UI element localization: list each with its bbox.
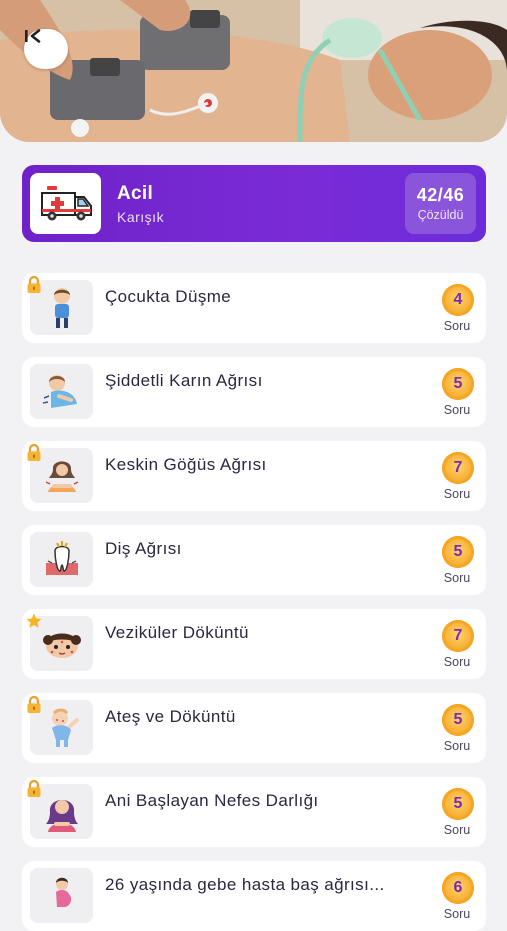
- question-count-badge: 7: [442, 452, 474, 484]
- question-count-label: Soru: [443, 403, 471, 417]
- back-arrow-icon: [25, 29, 41, 43]
- question-count-badge: 5: [442, 704, 474, 736]
- lesson-thumbnail: [30, 364, 93, 419]
- lesson-title: 26 yaşında gebe hasta baş ağrısı...: [105, 875, 385, 894]
- tooth-icon: [45, 540, 78, 575]
- lesson-item[interactable]: Ateş ve Döküntü 5 Soru: [22, 693, 486, 763]
- lesson-item[interactable]: Keskin Göğüs Ağrısı 7 Soru: [22, 441, 486, 511]
- lock-icon: [25, 444, 43, 462]
- lesson-item[interactable]: Çocukta Düşme 4 Soru: [22, 273, 486, 343]
- progress-badge: 42/46 Çözüldü: [405, 173, 476, 234]
- lesson-title: Diş Ağrısı: [105, 539, 182, 558]
- lesson-title: Veziküler Döküntü: [105, 623, 249, 642]
- question-count-label: Soru: [443, 487, 471, 501]
- lesson-title: Şiddetli Karın Ağrısı: [105, 371, 263, 390]
- ambulance-icon: [40, 185, 92, 220]
- rash-face-icon: [42, 633, 81, 658]
- lesson-item[interactable]: Şiddetli Karın Ağrısı 5 Soru: [22, 357, 486, 427]
- question-count-badge: 5: [442, 788, 474, 820]
- baby-icon: [51, 708, 79, 747]
- lock-icon: [25, 780, 43, 798]
- child-icon: [53, 287, 70, 328]
- lesson-item[interactable]: 26 yaşında gebe hasta baş ağrısı... 6 So…: [22, 861, 486, 931]
- lesson-thumbnail: [30, 868, 93, 923]
- question-count-label: Soru: [443, 319, 471, 333]
- lesson-title: Ani Başlayan Nefes Darlığı: [105, 791, 319, 810]
- category-icon-box: [30, 173, 101, 234]
- lesson-title: Keskin Göğüs Ağrısı: [105, 455, 267, 474]
- lesson-item[interactable]: Ani Başlayan Nefes Darlığı 5 Soru: [22, 777, 486, 847]
- question-count-badge: 5: [442, 536, 474, 568]
- lesson-thumbnail: [30, 532, 93, 587]
- lock-icon: [25, 276, 43, 294]
- lesson-title: Ateş ve Döküntü: [105, 707, 236, 726]
- hero-image: [0, 0, 507, 142]
- star-icon: [25, 612, 43, 630]
- category-subtitle: Karışık: [117, 209, 165, 225]
- pregnant-woman-icon: [55, 877, 71, 907]
- lesson-title: Çocukta Düşme: [105, 287, 232, 306]
- question-count-badge: 4: [442, 284, 474, 316]
- question-count-label: Soru: [443, 571, 471, 585]
- back-button[interactable]: [24, 29, 68, 69]
- lock-icon: [25, 696, 43, 714]
- progress-label: Çözüldü: [417, 208, 464, 222]
- question-count-badge: 7: [442, 620, 474, 652]
- question-count-label: Soru: [443, 907, 471, 921]
- question-count-badge: 5: [442, 368, 474, 400]
- category-header-card: Acil Karışık 42/46 Çözüldü: [22, 165, 486, 242]
- breathless-woman-icon: [45, 799, 78, 832]
- abdominal-pain-icon: [42, 374, 77, 408]
- lesson-item[interactable]: Diş Ağrısı 5 Soru: [22, 525, 486, 595]
- lesson-item[interactable]: Veziküler Döküntü 7 Soru: [22, 609, 486, 679]
- question-count-badge: 6: [442, 872, 474, 904]
- question-count-label: Soru: [443, 823, 471, 837]
- chest-pain-icon: [45, 460, 78, 492]
- category-title: Acil: [117, 183, 154, 204]
- question-count-label: Soru: [443, 655, 471, 669]
- question-count-label: Soru: [443, 739, 471, 753]
- progress-count: 42/46: [416, 185, 465, 205]
